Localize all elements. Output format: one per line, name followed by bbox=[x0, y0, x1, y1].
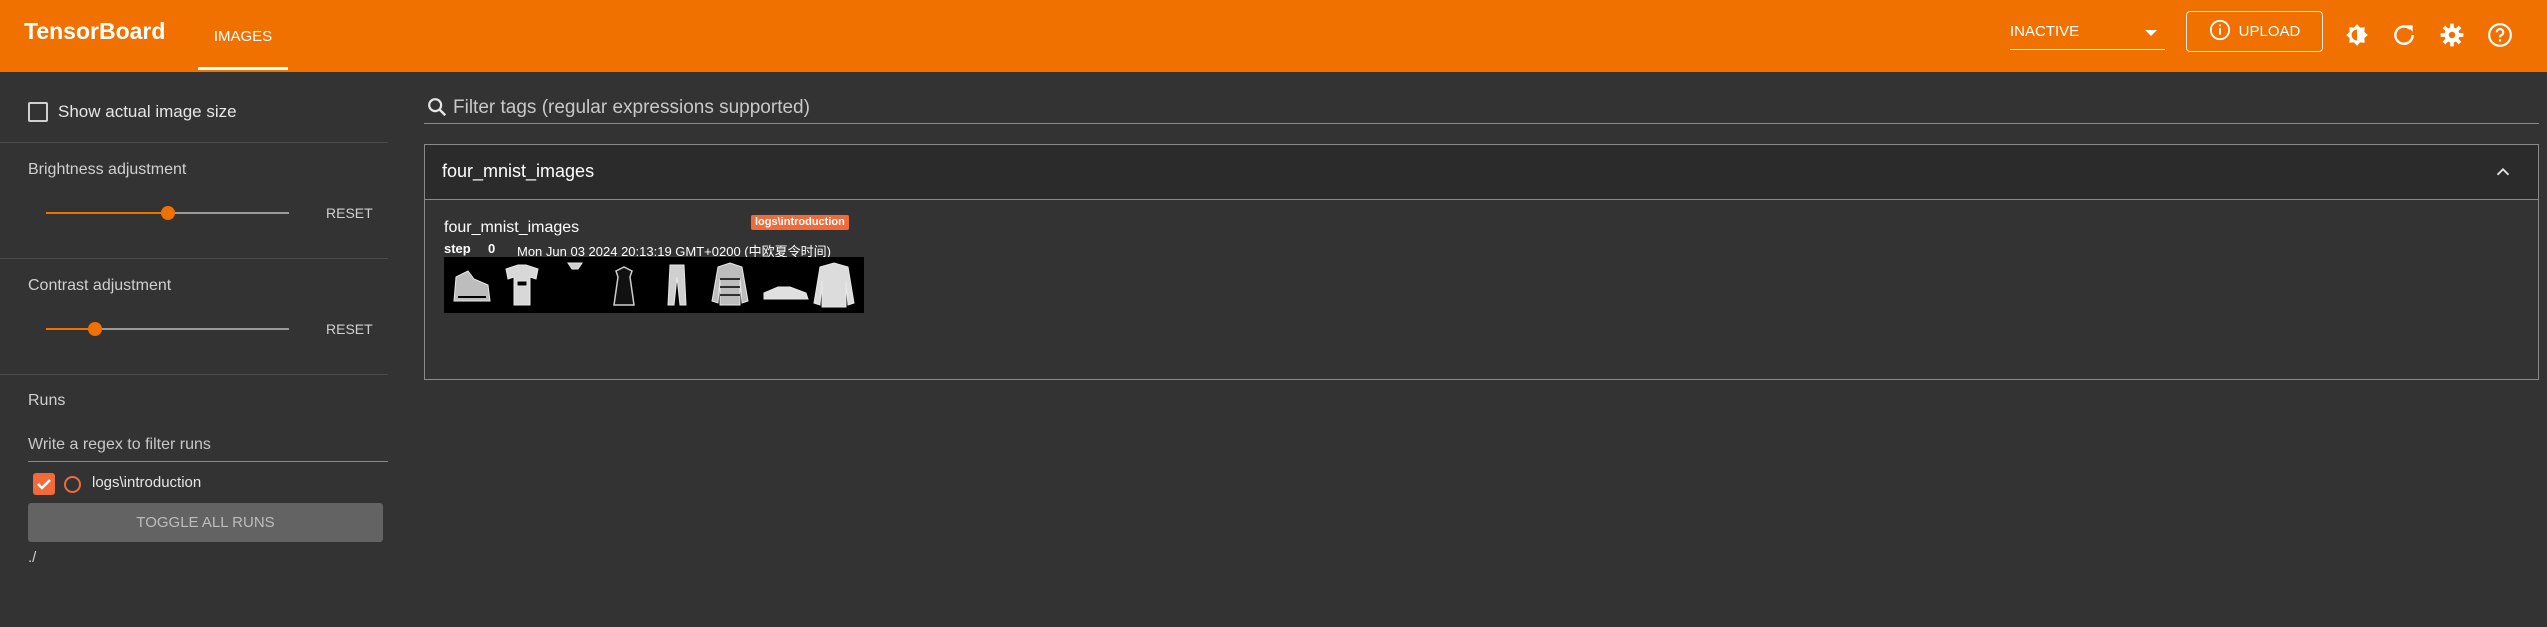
plugin-status-select[interactable]: INACTIVE bbox=[2010, 18, 2165, 50]
run-checkbox[interactable] bbox=[33, 473, 55, 495]
step-value: 0 bbox=[488, 241, 496, 256]
upload-label: UPLOAD bbox=[2238, 23, 2301, 40]
help-icon[interactable] bbox=[2487, 22, 2513, 48]
plugin-status-value: INACTIVE bbox=[2010, 23, 2080, 40]
image-card-title: four_mnist_images bbox=[444, 219, 580, 236]
step-label: step bbox=[444, 241, 471, 256]
brightness-slider-fill bbox=[46, 212, 168, 214]
brightness-slider-thumb[interactable] bbox=[161, 206, 175, 220]
divider bbox=[0, 142, 388, 143]
refresh-icon[interactable] bbox=[2391, 22, 2417, 48]
show-actual-size-label: Show actual image size bbox=[58, 102, 237, 121]
toggle-all-runs-button[interactable]: TOGGLE ALL RUNS bbox=[28, 503, 383, 542]
top-app-bar: TensorBoard IMAGES INACTIVE UPLOAD bbox=[0, 0, 2547, 72]
info-icon bbox=[2209, 19, 2231, 45]
tab-images[interactable]: IMAGES bbox=[198, 0, 288, 72]
contrast-reset-button[interactable]: RESET bbox=[326, 321, 373, 337]
divider bbox=[0, 374, 388, 375]
divider bbox=[0, 258, 388, 259]
tag-filter-placeholder: Filter tags (regular expressions support… bbox=[453, 97, 810, 118]
upload-button[interactable]: UPLOAD bbox=[2186, 11, 2323, 52]
tag-filter-input[interactable]: Filter tags (regular expressions support… bbox=[424, 88, 2539, 124]
runs-path: ./ bbox=[28, 549, 37, 566]
tag-group-card: four_mnist_images four_mnist_images logs… bbox=[424, 144, 2539, 380]
tag-group-header[interactable]: four_mnist_images bbox=[425, 145, 2538, 200]
contrast-label: Contrast adjustment bbox=[28, 277, 172, 294]
run-color-indicator[interactable] bbox=[64, 476, 81, 493]
search-icon bbox=[426, 96, 448, 118]
chevron-up-icon[interactable] bbox=[2492, 161, 2514, 183]
runs-filter-input[interactable]: Write a regex to filter runs bbox=[28, 428, 388, 462]
tag-group-title: four_mnist_images bbox=[442, 161, 595, 181]
chevron-down-icon bbox=[2145, 30, 2157, 36]
run-badge: logs\introduction bbox=[751, 215, 849, 230]
brightness-icon[interactable] bbox=[2344, 22, 2370, 48]
image-grid[interactable] bbox=[444, 257, 864, 313]
contrast-slider-thumb[interactable] bbox=[88, 322, 102, 336]
run-label: logs\introduction bbox=[92, 474, 202, 491]
active-tab-indicator bbox=[198, 67, 288, 70]
sidebar: Show actual image size Brightness adjust… bbox=[0, 72, 388, 627]
brightness-label: Brightness adjustment bbox=[28, 161, 187, 178]
app-brand: TensorBoard bbox=[24, 18, 166, 44]
show-actual-size-checkbox[interactable] bbox=[28, 102, 48, 122]
settings-icon[interactable] bbox=[2439, 22, 2465, 48]
brightness-reset-button[interactable]: RESET bbox=[326, 205, 373, 221]
runs-title: Runs bbox=[28, 392, 66, 409]
